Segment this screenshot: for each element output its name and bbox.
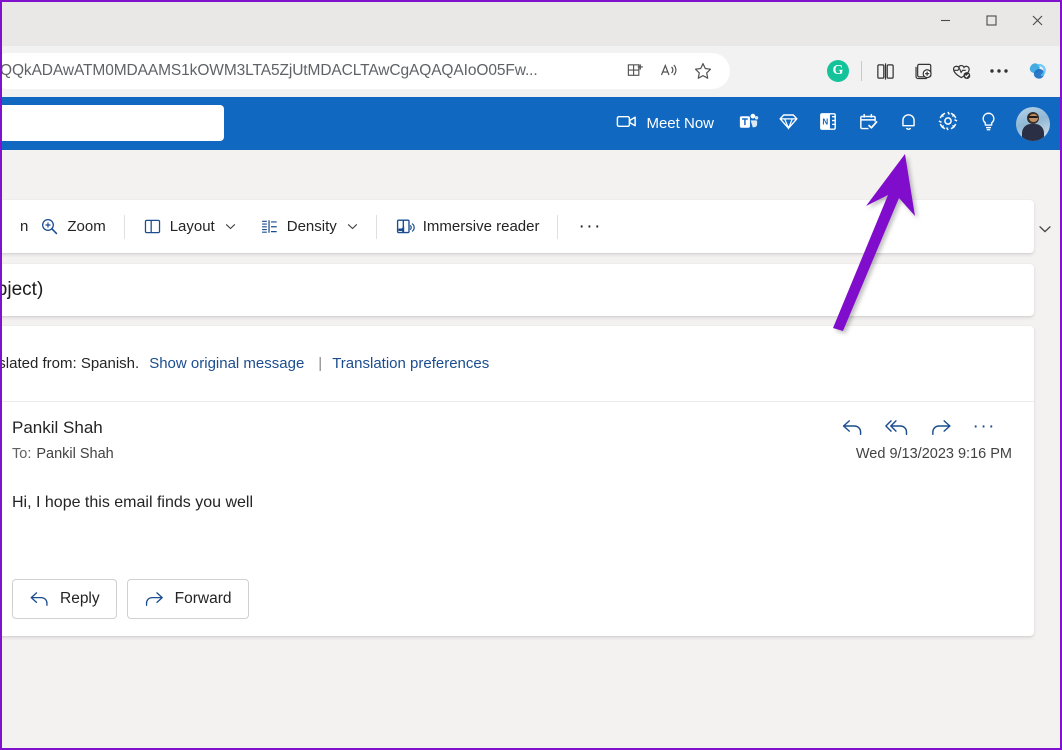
chevron-down-icon [347, 221, 358, 232]
browser-title-bar [2, 2, 1060, 46]
layout-icon [143, 217, 162, 236]
toolbar-more-button[interactable]: ··· [564, 217, 615, 236]
forward-button-label: Forward [174, 590, 232, 607]
settings-gear-button[interactable] [928, 104, 968, 144]
reply-button-label: Reply [60, 590, 100, 607]
layout-button[interactable]: Layout [131, 207, 248, 247]
more-actions-icon[interactable]: ··· [973, 417, 996, 436]
grammarly-extension-icon[interactable]: G [819, 53, 857, 89]
browser-essentials-icon[interactable] [942, 53, 980, 89]
translation-preferences-link[interactable]: Translation preferences [332, 355, 489, 372]
to-label: To: [12, 446, 32, 462]
settings-gear-icon [936, 109, 960, 138]
split-screen-icon[interactable] [866, 53, 904, 89]
translation-separator: | [318, 355, 323, 372]
immersive-reader-button[interactable]: Immersive reader [383, 207, 552, 247]
collections-icon[interactable] [904, 53, 942, 89]
read-aloud-icon[interactable] [652, 56, 686, 86]
reply-button[interactable]: Reply [12, 579, 117, 619]
immersive-reader-button-label: Immersive reader [422, 218, 540, 235]
teams-button[interactable] [728, 104, 768, 144]
toolbar-clipped-item[interactable]: n [2, 207, 28, 247]
split-screen-app-icon[interactable] [618, 56, 652, 86]
reply-all-icon[interactable] [884, 414, 910, 440]
avatar-glasses [1028, 115, 1038, 118]
favorites-star-icon[interactable] [686, 56, 720, 86]
address-bar-url[interactable]: QQkADAwATM0MDAAMS1kOWM3LTA5ZjUtMDACLTAwC… [2, 62, 618, 80]
message-reply-actions: Reply Forward [12, 579, 249, 619]
address-bar[interactable]: QQkADAwATM0MDAAMS1kOWM3LTA5ZjUtMDACLTAwC… [2, 53, 730, 89]
account-avatar[interactable] [1016, 106, 1050, 141]
reading-pane-toolbar: n Zoom Layout Density Immersive reader ·… [2, 200, 1034, 253]
toolbar-divider [123, 214, 125, 239]
translation-bar: Translated from: Spanish. Show original … [2, 326, 1034, 402]
zoom-button[interactable]: Zoom [28, 207, 117, 247]
forward-icon [144, 590, 165, 608]
outlook-header-actions: Meet Now N [609, 97, 1054, 150]
message-body: Hi, I hope this email finds you well [12, 494, 253, 511]
zoom-in-icon [40, 217, 59, 236]
reply-icon[interactable] [841, 414, 864, 440]
show-original-message-link[interactable]: Show original message [149, 355, 304, 372]
density-button[interactable]: Density [248, 207, 370, 247]
page-title: (no subject) [2, 279, 44, 300]
reading-pane-collapse-icon[interactable] [1032, 218, 1058, 240]
browser-toolbar: QQkADAwATM0MDAAMS1kOWM3LTA5ZjUtMDACLTAwC… [2, 46, 1060, 97]
to-do-icon [857, 110, 880, 138]
tips-lightbulb-icon [977, 110, 1000, 138]
density-icon [260, 217, 279, 236]
layout-button-label: Layout [169, 218, 215, 235]
translated-from-label: Translated from: Spanish. [2, 355, 140, 372]
toolbar-divider [557, 214, 559, 239]
browser-settings-more-icon[interactable] [980, 53, 1018, 89]
premium-diamond-icon [777, 110, 800, 138]
copilot-icon[interactable] [1018, 53, 1056, 89]
toolbar-divider [375, 214, 377, 239]
maximize-icon[interactable] [968, 2, 1014, 38]
subject-card: (no subject) [2, 264, 1034, 316]
sender-name: Pankil Shah [12, 418, 103, 437]
grammarly-glyph: G [827, 60, 849, 82]
close-icon[interactable] [1014, 2, 1060, 38]
meet-now-button[interactable]: Meet Now [609, 104, 728, 144]
notifications-bell-icon [897, 110, 920, 138]
message-timestamp: Wed 9/13/2023 9:16 PM [855, 446, 1012, 462]
search-input[interactable] [2, 105, 224, 141]
message-card: Translated from: Spanish. Show original … [2, 326, 1034, 636]
meet-now-label: Meet Now [646, 115, 714, 132]
premium-button[interactable] [768, 104, 808, 144]
window-controls [922, 2, 1060, 38]
avatar-body [1022, 123, 1044, 141]
reply-icon [29, 590, 50, 608]
to-do-button[interactable] [848, 104, 888, 144]
onenote-icon: N [817, 110, 840, 138]
svg-text:N: N [822, 117, 828, 126]
onenote-button[interactable]: N [808, 104, 848, 144]
recipient-name: Pankil Shah [36, 446, 114, 462]
forward-button[interactable]: Forward [126, 579, 249, 619]
forward-icon[interactable] [930, 414, 953, 440]
chevron-down-icon [225, 221, 236, 232]
message-action-icons: ··· [841, 414, 996, 440]
recipient-line: To: Pankil Shah [12, 446, 114, 462]
density-button-label: Density [286, 218, 337, 235]
tips-lightbulb-button[interactable] [968, 104, 1008, 144]
teams-icon [737, 110, 760, 138]
browser-action-icons: G [819, 53, 1056, 89]
screenshot-root: QQkADAwATM0MDAAMS1kOWM3LTA5ZjUtMDACLTAwC… [0, 0, 1062, 750]
message-header: Pankil Shah To: Pankil Shah ··· Wed 9/13… [2, 402, 1034, 480]
immersive-reader-icon [395, 217, 415, 237]
zoom-button-label: Zoom [67, 218, 106, 235]
reading-pane-toolbar-region: n Zoom Layout Density Immersive reader ·… [2, 200, 1060, 254]
toolbar-divider [861, 61, 862, 81]
meet-now-camera-icon [615, 110, 638, 138]
notifications-button[interactable] [888, 104, 928, 144]
outlook-app-header: Meet Now N [2, 97, 1060, 150]
minimize-icon[interactable] [922, 2, 968, 38]
